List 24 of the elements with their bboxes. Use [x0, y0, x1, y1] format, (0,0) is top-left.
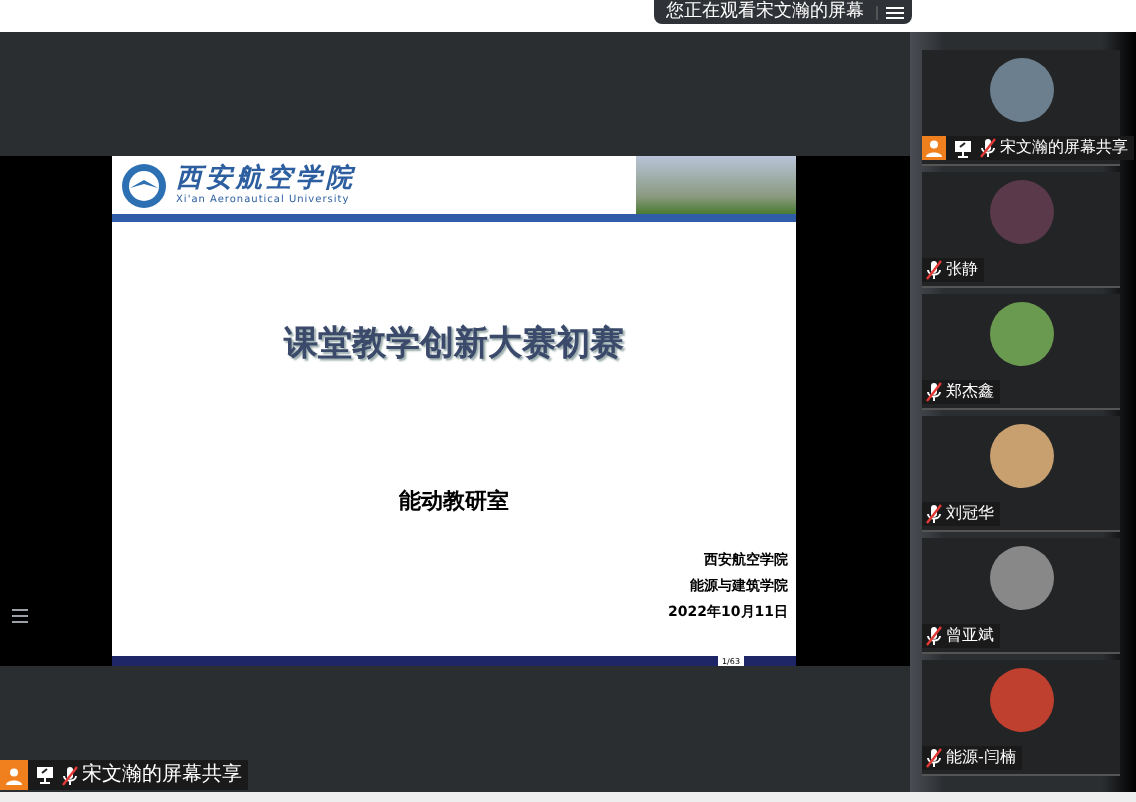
slide-subtitle: 能动教研室 — [399, 486, 509, 516]
avatar-placeholder — [989, 302, 1053, 366]
participant-tile[interactable]: 能源-闫楠 — [922, 660, 1120, 776]
participant-tile[interactable]: 曾亚斌 — [922, 538, 1120, 654]
slide-title: 课堂教学创新大赛初赛 — [284, 322, 624, 366]
participant-tile[interactable]: 刘冠华 — [922, 416, 1120, 532]
university-name: 西安航空学院 — [176, 163, 356, 193]
participant-tile[interactable]: 张静 — [922, 172, 1120, 288]
avatar-placeholder — [989, 180, 1053, 244]
avatar-placeholder — [989, 668, 1053, 732]
university-emblem-icon — [120, 161, 168, 209]
participant-name: 刘冠华 — [946, 502, 994, 526]
menu-icon[interactable] — [876, 5, 904, 19]
participant-name: 郑杰鑫 — [946, 380, 994, 404]
viewing-text: 您正在观看宋文瀚的屏幕 — [666, 0, 864, 24]
participant-name: 能源-闫楠 — [946, 746, 1016, 770]
menu-icon[interactable] — [12, 608, 28, 624]
avatar-placeholder — [989, 58, 1053, 122]
participant-name: 张静 — [946, 258, 978, 282]
participant-name: 曾亚斌 — [946, 624, 994, 648]
avatar-placeholder — [989, 424, 1053, 488]
participant-tile[interactable]: 郑杰鑫 — [922, 294, 1120, 410]
avatar-placeholder — [989, 546, 1053, 610]
participant-name: 宋文瀚的屏幕共享 — [82, 763, 242, 787]
